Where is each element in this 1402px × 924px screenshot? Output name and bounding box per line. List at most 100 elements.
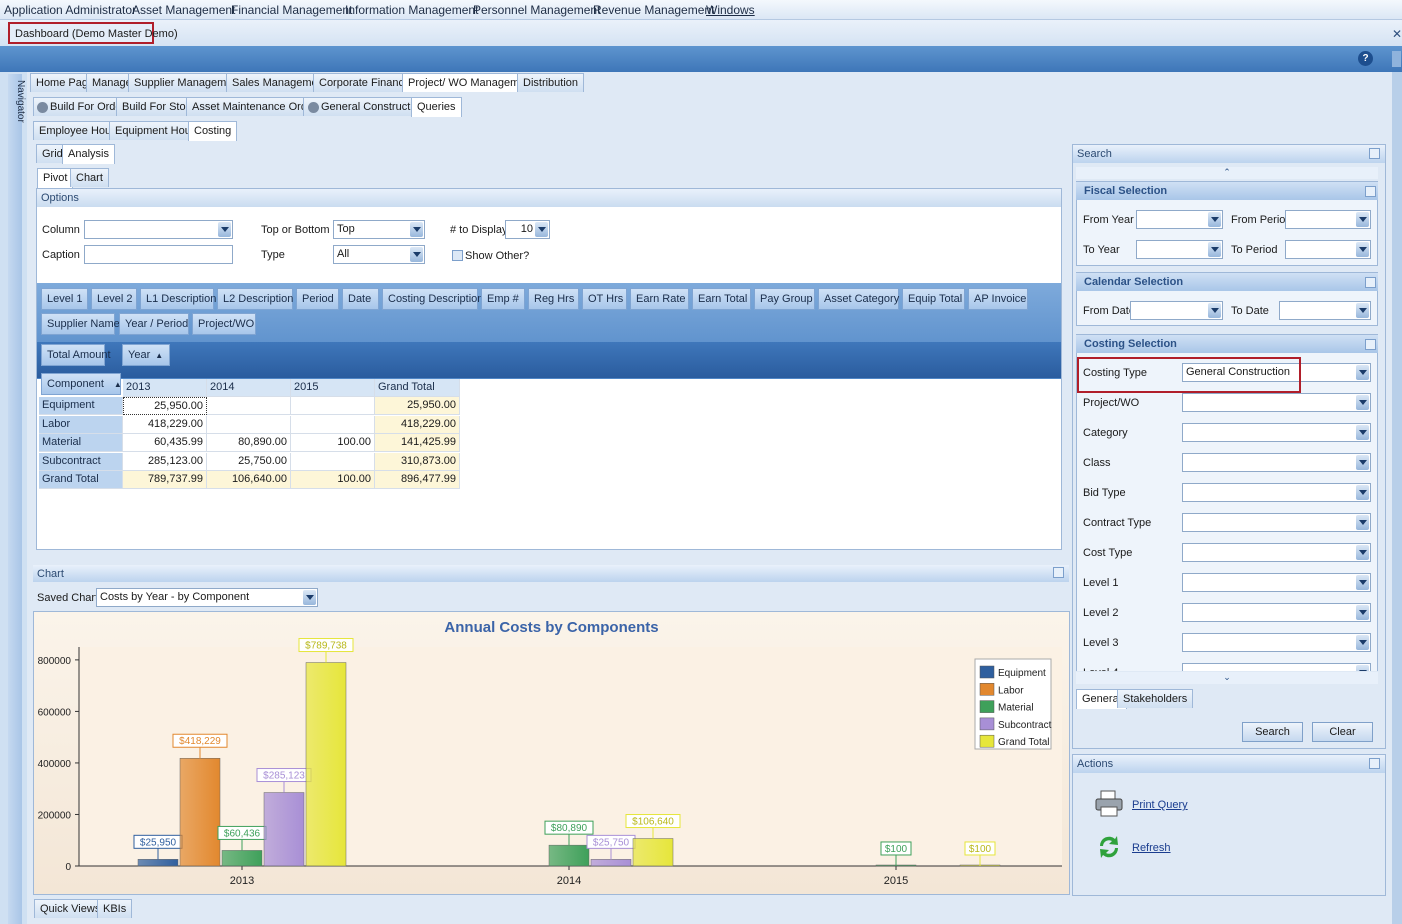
spinner-icon[interactable] bbox=[535, 222, 548, 237]
chevron-down-icon[interactable] bbox=[303, 590, 316, 605]
level-2-select[interactable] bbox=[1182, 603, 1371, 622]
col-header-grand-total[interactable]: Grand Total bbox=[375, 379, 460, 397]
collapse-icon[interactable] bbox=[1053, 567, 1064, 578]
refresh-link[interactable]: Refresh bbox=[1132, 842, 1171, 854]
chevron-down-icon[interactable] bbox=[1356, 212, 1369, 227]
scroll-down-icon[interactable]: ⌄ bbox=[1076, 672, 1378, 684]
scrollbar[interactable] bbox=[1392, 72, 1402, 924]
chevron-down-icon[interactable] bbox=[1356, 605, 1369, 620]
pivot-cell[interactable]: 285,123.00 bbox=[123, 452, 207, 471]
field-earn-rate[interactable]: Earn Rate bbox=[630, 288, 689, 310]
collapse-icon[interactable] bbox=[1369, 148, 1380, 159]
pivot-cell[interactable]: 25,750.00 bbox=[207, 452, 291, 471]
field-project-wo[interactable]: Project/WO bbox=[192, 313, 256, 335]
close-icon[interactable]: ✕ bbox=[1392, 27, 1402, 41]
data-field-total-amount[interactable]: Total Amount bbox=[41, 344, 111, 366]
pivot-cell[interactable]: 106,640.00 bbox=[207, 471, 291, 489]
tab-pivot[interactable]: Pivot bbox=[37, 168, 74, 188]
menu-windows[interactable]: Windows bbox=[706, 3, 755, 17]
field-pay-group[interactable]: Pay Group bbox=[754, 288, 815, 310]
field-reg-hrs[interactable]: Reg Hrs bbox=[528, 288, 579, 310]
scroll-up-icon[interactable]: ⌃ bbox=[1076, 167, 1378, 179]
tab-stakeholders[interactable]: Stakeholders bbox=[1117, 689, 1194, 708]
chevron-down-icon[interactable] bbox=[1208, 303, 1221, 318]
pivot-cell[interactable]: 418,229.00 bbox=[123, 415, 207, 434]
level-3-select[interactable] bbox=[1182, 633, 1371, 652]
menu-asset-management[interactable]: Asset Management bbox=[132, 3, 235, 17]
chevron-down-icon[interactable] bbox=[1356, 545, 1369, 560]
printer-icon[interactable] bbox=[1094, 790, 1124, 818]
col-header-2014[interactable]: 2014 bbox=[207, 379, 291, 397]
field-costing-description[interactable]: Costing Description bbox=[382, 288, 483, 310]
display-count-spinner[interactable]: 10 bbox=[505, 220, 550, 239]
chevron-down-icon[interactable] bbox=[1356, 515, 1369, 530]
pivot-cell[interactable]: 418,229.00 bbox=[375, 415, 460, 434]
pivot-cell[interactable]: 141,425.99 bbox=[375, 434, 460, 452]
row-field-component[interactable]: Component ▲ bbox=[41, 373, 122, 395]
category-select[interactable] bbox=[1182, 423, 1371, 442]
chevron-down-icon[interactable] bbox=[1392, 51, 1401, 67]
collapse-icon[interactable] bbox=[1365, 339, 1376, 350]
to-period-select[interactable] bbox=[1285, 240, 1371, 259]
help-icon[interactable]: ? bbox=[1358, 51, 1373, 66]
to-year-select[interactable] bbox=[1136, 240, 1223, 259]
field-earn-total[interactable]: Earn Total bbox=[692, 288, 751, 310]
show-other-checkbox[interactable] bbox=[452, 250, 463, 261]
field-emp[interactable]: Emp # bbox=[481, 288, 525, 310]
field-supplier-name[interactable]: Supplier Name bbox=[41, 313, 120, 335]
chevron-down-icon[interactable] bbox=[410, 247, 423, 262]
clear-button[interactable]: Clear bbox=[1312, 722, 1373, 742]
tab-queries[interactable]: Queries bbox=[411, 97, 462, 117]
field-equip-total[interactable]: Equip Total bbox=[902, 288, 965, 310]
to-date-picker[interactable] bbox=[1279, 301, 1371, 320]
col-header-2015[interactable]: 2015 bbox=[291, 379, 375, 397]
refresh-icon[interactable] bbox=[1096, 833, 1122, 861]
chevron-down-icon[interactable] bbox=[1356, 242, 1369, 257]
pivot-cell[interactable]: 100.00 bbox=[291, 434, 375, 452]
tab-costing[interactable]: Costing bbox=[188, 121, 238, 141]
chevron-down-icon[interactable] bbox=[1208, 242, 1221, 257]
pivot-cell[interactable] bbox=[291, 452, 375, 471]
from-period-select[interactable] bbox=[1285, 210, 1371, 229]
chevron-down-icon[interactable] bbox=[410, 222, 423, 237]
column-select[interactable] bbox=[84, 220, 233, 239]
pivot-cell[interactable]: 80,890.00 bbox=[207, 434, 291, 452]
pivot-cell[interactable]: 25,950.00 bbox=[123, 397, 207, 415]
field-level-1[interactable]: Level 1 bbox=[41, 288, 88, 310]
field-ap-invoice[interactable]: AP Invoice bbox=[968, 288, 1028, 310]
contract-type-select[interactable] bbox=[1182, 513, 1371, 532]
top-bottom-select[interactable]: Top bbox=[333, 220, 425, 239]
project-wo-select[interactable] bbox=[1182, 393, 1371, 412]
caption-input[interactable] bbox=[84, 245, 233, 264]
cost-type-select[interactable] bbox=[1182, 543, 1371, 562]
pivot-cell[interactable] bbox=[291, 415, 375, 434]
menu-personnel-management[interactable]: Personnel Management bbox=[473, 3, 600, 17]
row-header-material[interactable]: Material bbox=[39, 434, 123, 452]
field-year-period[interactable]: Year / Period bbox=[119, 313, 189, 335]
menu-revenue-management[interactable]: Revenue Management bbox=[593, 3, 714, 17]
tab-distribution[interactable]: Distribution bbox=[517, 73, 585, 92]
pivot-cell[interactable]: 25,950.00 bbox=[375, 397, 460, 415]
column-field-year[interactable]: Year ▲ bbox=[122, 344, 170, 366]
class-select[interactable] bbox=[1182, 453, 1371, 472]
col-header-2013[interactable]: 2013 bbox=[123, 379, 207, 397]
pivot-cell[interactable]: 896,477.99 bbox=[375, 471, 460, 489]
menu-information-management[interactable]: Information Management bbox=[345, 3, 478, 17]
chevron-down-icon[interactable] bbox=[1356, 575, 1369, 590]
field-l2-description[interactable]: L2 Description bbox=[217, 288, 293, 310]
navigator-strip[interactable] bbox=[8, 74, 22, 924]
row-header-subcontract[interactable]: Subcontract bbox=[39, 452, 123, 471]
print-query-link[interactable]: Print Query bbox=[1132, 799, 1188, 811]
pivot-cell[interactable]: 789,737.99 bbox=[123, 471, 207, 489]
field-period[interactable]: Period bbox=[296, 288, 339, 310]
field-l1-description[interactable]: L1 Description bbox=[140, 288, 216, 310]
chevron-down-icon[interactable] bbox=[1356, 395, 1369, 410]
search-button[interactable]: Search bbox=[1242, 722, 1303, 742]
chevron-down-icon[interactable] bbox=[218, 222, 231, 237]
chevron-down-icon[interactable] bbox=[1356, 635, 1369, 650]
chevron-down-icon[interactable] bbox=[1356, 425, 1369, 440]
chevron-down-icon[interactable] bbox=[1356, 455, 1369, 470]
row-header-labor[interactable]: Labor bbox=[39, 415, 123, 434]
saved-charts-select[interactable]: Costs by Year - by Component bbox=[96, 588, 318, 607]
collapse-icon[interactable] bbox=[1365, 277, 1376, 288]
